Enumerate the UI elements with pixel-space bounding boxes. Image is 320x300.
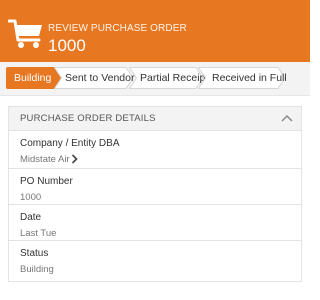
field-label: PO Number — [20, 176, 73, 187]
field-date: Date Last Tue — [9, 205, 301, 241]
field-value: Last Tue — [20, 228, 57, 239]
field-status: Status Building — [9, 241, 301, 281]
step-sent-to-vendor[interactable]: Sent to Vendor — [54, 67, 134, 89]
page-header: REVIEW PURCHASE ORDER 1000 — [0, 0, 310, 62]
step-label: Sent to Vendor — [65, 72, 135, 84]
step-label: Building — [14, 72, 52, 84]
field-po-number: PO Number 1000 — [9, 169, 301, 205]
step-received-in-full[interactable]: Received in Full — [198, 67, 287, 89]
purchase-order-details-panel: PURCHASE ORDER DETAILS Company / Entity … — [8, 106, 302, 282]
chevron-right-icon[interactable] — [71, 154, 78, 164]
panel-header[interactable]: PURCHASE ORDER DETAILS — [9, 107, 301, 131]
field-label: Date — [20, 212, 42, 223]
field-company[interactable]: Company / Entity DBA Midstate Air — [9, 131, 301, 169]
step-partial-receipt[interactable]: Partial Receipt — [129, 67, 208, 89]
page-subtitle: REVIEW PURCHASE ORDER — [48, 23, 187, 34]
chevron-up-icon[interactable] — [281, 114, 293, 122]
shopping-cart-icon — [8, 19, 42, 48]
field-label: Status — [20, 248, 49, 259]
field-label: Company / Entity DBA — [20, 138, 120, 149]
field-value: Building — [20, 264, 54, 275]
page-title: 1000 — [48, 36, 86, 55]
panel-title: PURCHASE ORDER DETAILS — [20, 113, 156, 124]
step-label: Received in Full — [212, 72, 287, 84]
status-steps: Building Sent to Vendor Partial Receipt … — [0, 62, 310, 96]
field-value: 1000 — [20, 192, 42, 203]
company-link[interactable]: Midstate Air — [20, 154, 70, 165]
